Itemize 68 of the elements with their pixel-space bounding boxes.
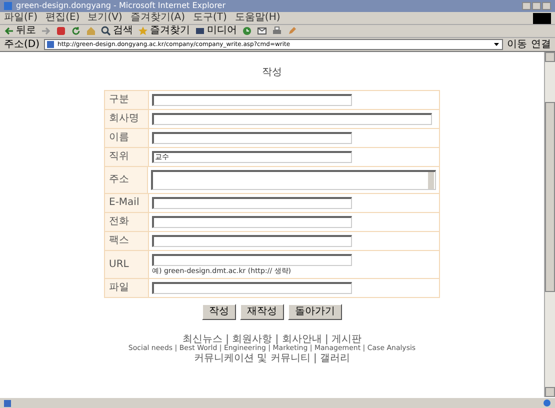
page-title: 작성 — [262, 68, 282, 78]
field-label: E-Mail — [105, 194, 149, 212]
clock-icon — [242, 26, 252, 36]
page-icon — [4, 400, 11, 406]
close-button[interactable] — [542, 2, 551, 10]
refresh-icon — [71, 26, 81, 36]
links-button[interactable]: 연결 — [531, 40, 551, 50]
menu-item[interactable]: 도움말(H) — [234, 13, 280, 23]
go-button[interactable]: 이동 — [507, 40, 527, 50]
mail-toolbar-button[interactable] — [257, 26, 267, 36]
field-label: 이름 — [105, 129, 149, 147]
menu-item[interactable]: 보기(V) — [88, 13, 122, 23]
maximize-button[interactable] — [532, 2, 541, 10]
home-icon — [86, 26, 96, 36]
dropdown-arrow-icon[interactable] — [493, 41, 500, 48]
text-area[interactable] — [151, 170, 436, 190]
window-title: green-design.dongyang - Microsoft Internet Explorer — [16, 2, 226, 10]
text-field[interactable] — [152, 235, 352, 247]
forward-arrow-icon — [41, 26, 51, 36]
history-toolbar-button[interactable] — [242, 26, 252, 36]
search-icon — [101, 26, 111, 36]
globe-icon — [543, 399, 551, 407]
text-field[interactable] — [152, 282, 352, 294]
menu-item[interactable]: 도구(T) — [193, 13, 227, 23]
stop-toolbar-button[interactable] — [56, 26, 66, 36]
footer-links[interactable]: 최신뉴스 | 회원사항 | 회사안내 | 게시판 — [182, 334, 362, 345]
text-field[interactable] — [152, 113, 432, 125]
refresh-toolbar-button[interactable] — [71, 26, 81, 36]
stop-icon — [56, 26, 66, 36]
form-button[interactable]: 돌아가기 — [288, 304, 342, 320]
field-label: 주소 — [105, 167, 148, 193]
envelope-icon — [257, 26, 267, 36]
footer-links[interactable]: 커뮤니케이션 및 커뮤니티 | 갤러리 — [194, 352, 350, 364]
form-button[interactable]: 재작성 — [240, 304, 284, 320]
browser-logo-icon — [4, 2, 12, 10]
vertical-scrollbar[interactable] — [544, 52, 555, 397]
print-toolbar-button[interactable] — [272, 26, 282, 36]
field-label: 팩스 — [105, 232, 149, 250]
field-label: 전화 — [105, 213, 149, 231]
menu-item[interactable]: 파일(F) — [4, 13, 38, 23]
address-label: 주소(D) — [4, 40, 40, 50]
scrollbar[interactable] — [428, 172, 434, 189]
field-label: 직위 — [105, 148, 149, 166]
pencil-icon — [287, 26, 297, 36]
text-field[interactable] — [152, 94, 352, 106]
scroll-up-button[interactable] — [545, 52, 555, 62]
scroll-down-button[interactable] — [545, 387, 555, 397]
field-label: URL — [105, 251, 149, 278]
text-field[interactable] — [152, 216, 352, 228]
media-toolbar-button[interactable]: 미디어 — [195, 26, 237, 36]
field-label: 파일 — [105, 279, 149, 297]
back-arrow-icon — [4, 26, 14, 36]
menu-item[interactable]: 편집(E) — [46, 13, 80, 23]
printer-icon — [272, 26, 282, 36]
page-icon — [46, 41, 54, 48]
text-field[interactable] — [152, 132, 352, 144]
menu-item[interactable]: 즐겨찾기(A) — [130, 13, 185, 23]
scroll-thumb[interactable] — [545, 102, 555, 292]
back-toolbar-button[interactable]: 뒤로 — [4, 26, 36, 36]
favorites-toolbar-button[interactable]: 즐겨찾기 — [138, 26, 190, 36]
field-label: 구분 — [105, 91, 149, 109]
search-toolbar-button[interactable]: 검색 — [101, 26, 133, 36]
field-label: 회사명 — [105, 110, 149, 128]
form-button[interactable]: 작성 — [202, 304, 236, 320]
star-icon — [138, 26, 148, 36]
text-field[interactable] — [152, 197, 352, 209]
minimize-button[interactable] — [522, 2, 531, 10]
text-field[interactable] — [152, 254, 352, 266]
